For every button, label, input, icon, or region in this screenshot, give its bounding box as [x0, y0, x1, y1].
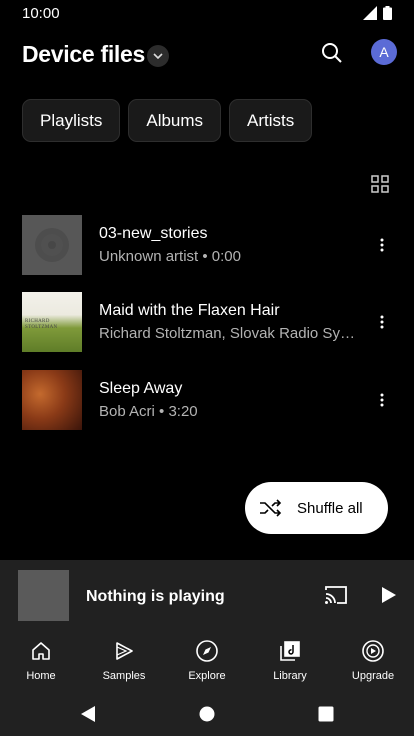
chip-albums[interactable]: Albums	[128, 99, 222, 142]
track-row[interactable]: RICHARD STOLTZMAN Maid with the Flaxen H…	[0, 292, 414, 354]
more-vert-icon	[380, 393, 384, 407]
track-title: 03-new_stories	[99, 225, 208, 242]
track-subtitle: Bob Acri • 3:20	[99, 403, 198, 420]
app-header: Device files A	[0, 28, 414, 84]
track-row[interactable]: 03-new_stories Unknown artist • 0:00	[0, 215, 414, 277]
battery-icon	[383, 6, 392, 20]
mini-player-art	[18, 570, 69, 621]
home-circle-icon	[199, 706, 215, 722]
system-nav-bar	[0, 694, 414, 736]
shuffle-icon	[260, 499, 282, 517]
disc-icon	[35, 228, 69, 262]
system-back-button[interactable]	[76, 702, 100, 726]
filter-chips: Playlists Albums Artists	[22, 99, 313, 142]
bottom-nav: Home Samples Explore Library Upgrade	[0, 632, 414, 694]
nav-explore[interactable]: Explore	[171, 638, 243, 690]
track-more-button[interactable]	[372, 233, 392, 257]
track-more-button[interactable]	[372, 310, 392, 334]
nav-upgrade[interactable]: Upgrade	[337, 638, 409, 690]
track-title: Maid with the Flaxen Hair	[99, 302, 280, 319]
nav-library[interactable]: Library	[254, 638, 326, 690]
track-subtitle: Unknown artist • 0:00	[99, 248, 241, 265]
track-more-button[interactable]	[372, 388, 392, 412]
chip-playlists[interactable]: Playlists	[22, 99, 121, 142]
source-dropdown-button[interactable]	[147, 45, 169, 67]
status-time: 10:00	[22, 5, 60, 22]
track-subtitle: Richard Stoltzman, Slovak Radio Sy…	[99, 325, 355, 342]
avatar-letter: A	[379, 44, 389, 60]
library-icon	[280, 641, 300, 661]
shuffle-all-button[interactable]: Shuffle all	[245, 482, 388, 534]
grid-icon	[371, 175, 389, 193]
nav-home[interactable]: Home	[5, 638, 77, 690]
status-icons	[363, 6, 392, 20]
cast-icon	[325, 586, 347, 604]
mini-player[interactable]: Nothing is playing	[0, 560, 414, 632]
page-title: Device files	[22, 41, 145, 67]
search-button[interactable]	[319, 40, 345, 66]
track-title: Sleep Away	[99, 380, 183, 397]
status-bar: 10:00	[0, 0, 414, 28]
upgrade-icon	[362, 640, 384, 662]
shuffle-all-label: Shuffle all	[297, 499, 363, 517]
search-icon	[322, 43, 342, 63]
album-cover-text: RICHARD STOLTZMAN	[25, 319, 58, 330]
nav-explore-label: Explore	[188, 670, 226, 682]
grid-view-button[interactable]	[370, 174, 390, 194]
mini-player-title: Nothing is playing	[86, 588, 225, 605]
nav-samples-label: Samples	[102, 670, 146, 682]
system-recents-button[interactable]	[314, 702, 338, 726]
track-art-placeholder	[22, 215, 82, 275]
track-art-album: RICHARD STOLTZMAN	[22, 292, 82, 352]
chip-artists[interactable]: Artists	[229, 99, 313, 142]
cast-button[interactable]	[323, 584, 349, 606]
recents-icon	[318, 706, 334, 722]
nav-library-label: Library	[273, 670, 307, 682]
chevron-down-icon	[153, 53, 163, 59]
track-art-album	[22, 370, 82, 430]
system-home-button[interactable]	[195, 702, 219, 726]
home-icon	[32, 642, 50, 660]
track-row[interactable]: Sleep Away Bob Acri • 3:20	[0, 370, 414, 432]
samples-icon	[116, 642, 133, 660]
more-vert-icon	[380, 315, 384, 329]
nav-samples[interactable]: Samples	[88, 638, 160, 690]
nav-upgrade-label: Upgrade	[351, 670, 395, 682]
signal-icon	[363, 6, 377, 20]
play-button[interactable]	[377, 584, 399, 606]
compass-icon	[196, 640, 218, 662]
more-vert-icon	[380, 238, 384, 252]
avatar[interactable]: A	[371, 39, 397, 65]
play-icon	[382, 587, 396, 603]
nav-home-label: Home	[26, 670, 56, 682]
back-icon	[81, 706, 95, 722]
